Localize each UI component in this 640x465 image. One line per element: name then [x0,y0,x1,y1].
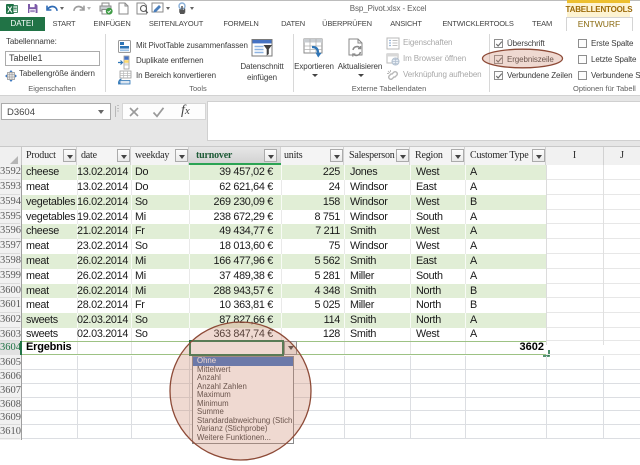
svg-text:X: X [7,5,13,14]
